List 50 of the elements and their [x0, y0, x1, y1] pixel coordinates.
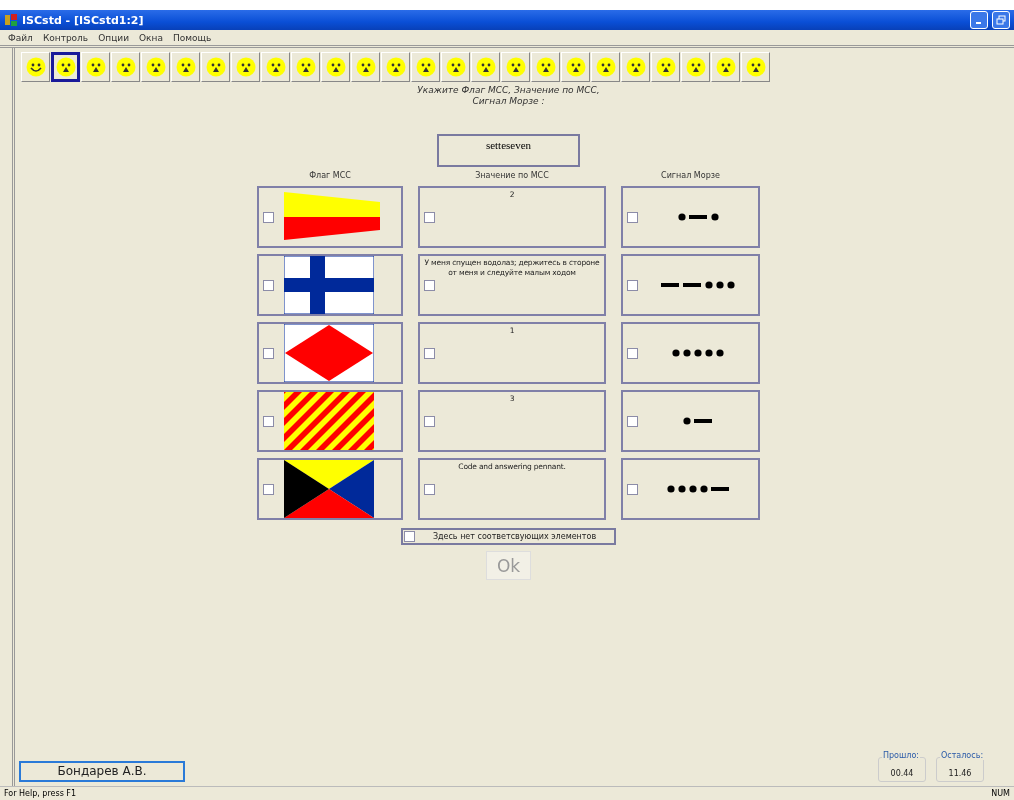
instruction-text: Укажите Флаг МСС, Значение по МСС,	[417, 85, 600, 96]
timer-value: 00.44	[890, 769, 914, 778]
checkbox[interactable]	[424, 279, 435, 291]
student-name-field: Бондарев А.В.	[19, 761, 185, 782]
checkbox[interactable]	[263, 415, 274, 427]
morse-option[interactable]	[621, 458, 760, 520]
app-icon	[4, 13, 18, 27]
menu-item[interactable]: Контроль	[42, 32, 89, 43]
column-header: Сигнал Морзе	[661, 171, 720, 180]
timer-value: 11.46	[948, 769, 972, 778]
morse-code-drawing	[666, 484, 730, 494]
none-option-label: Здесь нет соответсвующих элементов	[431, 532, 598, 541]
checkbox[interactable]	[263, 483, 274, 495]
timer-label: Осталось:	[940, 751, 985, 760]
morse-code-drawing	[672, 348, 724, 358]
checkbox[interactable]	[627, 483, 638, 495]
menu-item[interactable]: Помощь	[172, 32, 212, 43]
minimize-button[interactable]	[970, 11, 988, 29]
menu-item[interactable]: Файл	[8, 32, 33, 43]
num-indicator: NUM	[991, 789, 1010, 798]
checkbox[interactable]	[424, 211, 435, 223]
checkbox[interactable]	[404, 531, 415, 542]
menu-item[interactable]: Окна	[139, 32, 163, 43]
restore-button[interactable]	[992, 11, 1010, 29]
window-title: ISCstd - [ISCstd1:2]	[22, 13, 145, 27]
checkbox[interactable]	[263, 211, 274, 223]
menu-item[interactable]: Опции	[98, 32, 129, 43]
toolbar-button[interactable]	[51, 52, 80, 82]
flag-option[interactable]	[257, 458, 403, 520]
instruction-text: Сигнал Морзе :	[472, 96, 545, 107]
checkbox[interactable]	[627, 347, 638, 359]
none-option[interactable]: Здесь нет соответсвующих элементов	[401, 528, 616, 545]
column-header: Значение по МСС	[475, 171, 549, 180]
morse-code-drawing	[683, 416, 713, 426]
morse-code-drawing	[677, 212, 719, 222]
morse-option[interactable]	[621, 254, 760, 316]
word-box: setteseven	[437, 134, 580, 167]
checkbox[interactable]	[424, 483, 435, 495]
checkbox[interactable]	[263, 279, 274, 291]
checkbox[interactable]	[263, 347, 274, 359]
checkbox[interactable]	[627, 211, 638, 223]
restore-icon	[996, 15, 1006, 25]
checkbox[interactable]	[424, 415, 435, 427]
column-header: Флаг МСС	[309, 171, 351, 180]
checkbox[interactable]	[627, 279, 638, 291]
flag-option[interactable]	[257, 254, 403, 316]
checkbox[interactable]	[627, 415, 638, 427]
checkbox[interactable]	[424, 347, 435, 359]
timer-label: Прошло:	[882, 751, 920, 760]
status-text: For Help, press F1	[4, 789, 77, 798]
